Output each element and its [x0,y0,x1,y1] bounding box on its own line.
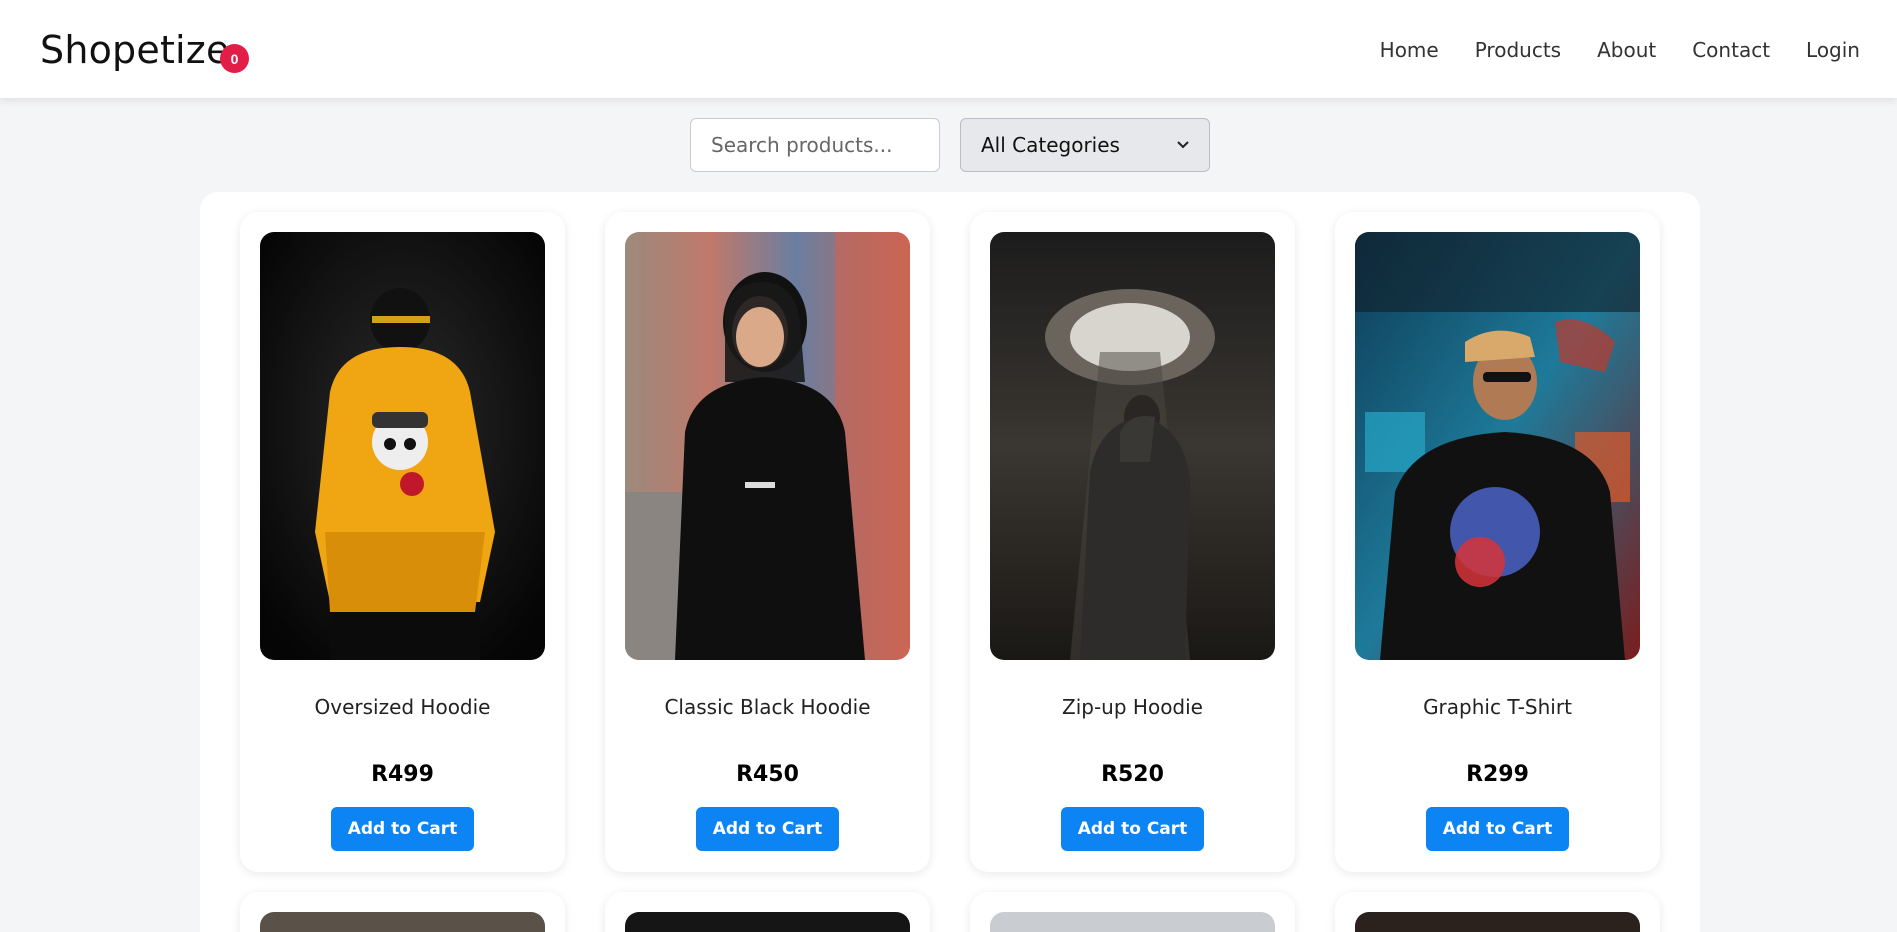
product-image[interactable] [990,232,1275,660]
chevron-down-icon [1177,137,1189,153]
main-nav: Home Products About Contact Login [1380,38,1860,62]
product-image[interactable] [625,232,910,660]
product-price: R299 [1466,762,1529,787]
category-select[interactable]: All Categories [960,118,1210,172]
product-image[interactable] [1355,232,1640,660]
product-card [970,892,1295,932]
category-select-value: All Categories [981,133,1120,157]
product-price: R450 [736,762,799,787]
product-name: Graphic T-Shirt [1423,695,1572,719]
search-input[interactable] [690,118,940,172]
add-to-cart-button[interactable]: Add to Cart [1426,807,1569,851]
nav-contact-link[interactable]: Contact [1692,38,1770,62]
product-name: Oversized Hoodie [314,695,491,719]
product-price: R520 [1101,762,1164,787]
product-card: Oversized Hoodie R499 Add to Cart [240,212,565,872]
product-card [605,892,930,932]
product-image[interactable] [260,232,545,660]
product-card [1335,892,1660,932]
add-to-cart-button[interactable]: Add to Cart [1061,807,1204,851]
product-card: Graphic T-Shirt R299 Add to Cart [1335,212,1660,872]
product-image[interactable] [990,912,1275,932]
product-card: Zip-up Hoodie R520 Add to Cart [970,212,1295,872]
top-navbar: Shopetize 0 Home Products About Contact … [0,0,1897,98]
brand-logo[interactable]: Shopetize [40,28,230,72]
product-price: R499 [371,762,434,787]
product-card: Classic Black Hoodie R450 Add to Cart [605,212,930,872]
nav-login-link[interactable]: Login [1806,38,1860,62]
product-card [240,892,565,932]
product-image[interactable] [625,912,910,932]
products-panel: Oversized Hoodie R499 Add to Cart Classi… [200,192,1700,932]
add-to-cart-button[interactable]: Add to Cart [696,807,839,851]
nav-about-link[interactable]: About [1597,38,1656,62]
nav-products-link[interactable]: Products [1475,38,1561,62]
product-image[interactable] [1355,912,1640,932]
product-name: Zip-up Hoodie [1062,695,1203,719]
nav-home-link[interactable]: Home [1380,38,1439,62]
product-image[interactable] [260,912,545,932]
cart-count-badge[interactable]: 0 [220,44,249,73]
add-to-cart-button[interactable]: Add to Cart [331,807,474,851]
product-name: Classic Black Hoodie [664,695,871,719]
